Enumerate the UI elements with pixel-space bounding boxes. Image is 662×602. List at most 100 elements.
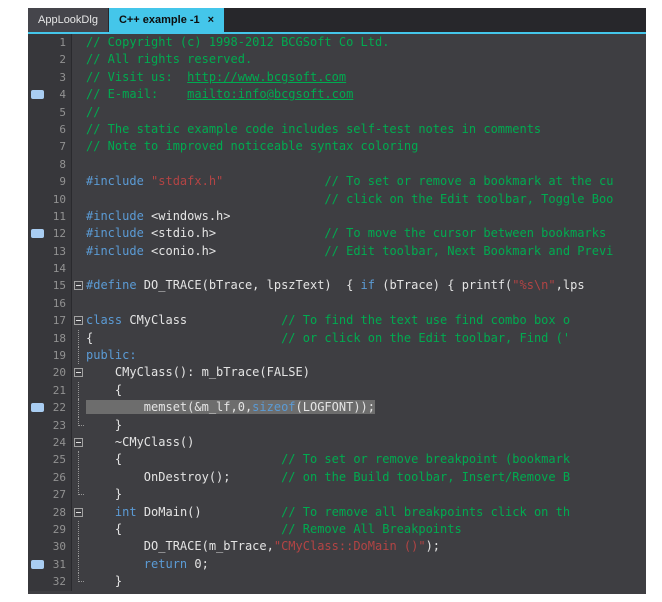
code-line[interactable]: 6// The static example code includes sel… xyxy=(28,121,646,138)
code-line[interactable]: 24 ~CMyClass() xyxy=(28,434,646,451)
code-line[interactable]: 9#include "stdafx.h" // To set or remove… xyxy=(28,173,646,190)
code-line[interactable]: 21 { xyxy=(28,382,646,399)
code-line[interactable]: 2// All rights reserved. xyxy=(28,51,646,68)
code-line[interactable]: 31 return 0; xyxy=(28,556,646,573)
fold-margin xyxy=(72,208,86,225)
tab-label: AppLookDlg xyxy=(38,14,98,26)
code-line[interactable]: 30 DO_TRACE(m_bTrace,"CMyClass::DoMain (… xyxy=(28,538,646,555)
line-number: 21 xyxy=(48,382,72,399)
tab-applookdlg[interactable]: AppLookDlg xyxy=(28,8,108,32)
code-text: } xyxy=(86,573,646,590)
code-line[interactable]: 18{ // or click on the Edit toolbar, Fin… xyxy=(28,330,646,347)
code-segment: <conio.h> xyxy=(151,244,324,258)
code-segment: #define xyxy=(86,278,137,292)
fold-margin xyxy=(72,417,86,434)
code-line[interactable]: 28 int DoMain() // To remove all breakpo… xyxy=(28,504,646,521)
fold-margin xyxy=(72,504,86,521)
code-line[interactable]: 15#define DO_TRACE(bTrace, lpszText) { i… xyxy=(28,277,646,294)
bookmark-margin xyxy=(28,86,48,103)
fold-margin xyxy=(72,138,86,155)
line-number: 16 xyxy=(48,295,72,312)
bookmark-margin xyxy=(28,382,48,399)
fold-margin xyxy=(72,121,86,138)
line-number: 29 xyxy=(48,521,72,538)
tab-bar-filler xyxy=(225,8,646,32)
fold-margin xyxy=(72,434,86,451)
comment-link[interactable]: mailto:info@bcgsoft.com xyxy=(187,87,353,101)
bookmark-margin xyxy=(28,51,48,68)
fold-margin xyxy=(72,312,86,329)
code-text xyxy=(86,156,646,173)
code-text: // The static example code includes self… xyxy=(86,121,646,138)
code-segment: #include xyxy=(86,209,151,223)
code-segment: { xyxy=(86,522,281,536)
fold-collapse-icon[interactable] xyxy=(74,438,83,447)
code-segment: // The static example code includes self… xyxy=(86,122,541,136)
code-line[interactable]: 17class CMyClass // To find the text use… xyxy=(28,312,646,329)
code-line[interactable]: 7// Note to improved noticeable syntax c… xyxy=(28,138,646,155)
fold-guide-line xyxy=(78,521,79,538)
code-line[interactable]: 29 { // Remove All Breakpoints xyxy=(28,521,646,538)
code-line[interactable]: 16 xyxy=(28,295,646,312)
line-number: 12 xyxy=(48,225,72,242)
code-line[interactable]: 10 // click on the Edit toolbar, Toggle … xyxy=(28,191,646,208)
code-editor[interactable]: 1// Copyright (c) 1998-2012 BCGSoft Co L… xyxy=(28,34,646,592)
bookmark-margin xyxy=(28,521,48,538)
code-text: { // or click on the Edit toolbar, Find … xyxy=(86,330,646,347)
line-number: 5 xyxy=(48,104,72,121)
fold-margin xyxy=(72,538,86,555)
line-number: 13 xyxy=(48,243,72,260)
fold-collapse-icon[interactable] xyxy=(74,508,83,517)
fold-margin xyxy=(72,295,86,312)
code-text: int DoMain() // To remove all breakpoint… xyxy=(86,504,646,521)
code-segment: (LOGFONT)); xyxy=(296,400,375,414)
fold-margin xyxy=(72,173,86,190)
bookmark-margin xyxy=(28,173,48,190)
code-line[interactable]: 12#include <stdio.h> // To move the curs… xyxy=(28,225,646,242)
code-line[interactable]: 4// E-mail: mailto:info@bcgsoft.com xyxy=(28,86,646,103)
line-number: 1 xyxy=(48,34,72,51)
code-line[interactable]: 1// Copyright (c) 1998-2012 BCGSoft Co L… xyxy=(28,34,646,51)
fold-margin xyxy=(72,330,86,347)
tab-cpp-example[interactable]: C++ example -1 × xyxy=(109,8,224,32)
fold-collapse-icon[interactable] xyxy=(74,368,83,377)
line-number: 25 xyxy=(48,451,72,468)
code-line[interactable]: 13 #include <conio.h> // Edit toolbar, Ne… xyxy=(28,243,646,260)
code-line[interactable]: 19public: xyxy=(28,347,646,364)
line-number: 15 xyxy=(48,277,72,294)
line-number: 26 xyxy=(48,469,72,486)
code-line[interactable]: 25 { // To set or remove breakpoint (boo… xyxy=(28,451,646,468)
line-number: 22 xyxy=(48,399,72,416)
code-line[interactable]: 14 xyxy=(28,260,646,277)
code-text: memset(&m_lf,0,sizeof(LOGFONT)); xyxy=(86,399,646,416)
code-segment: ,lps xyxy=(556,278,585,292)
bookmark-margin xyxy=(28,225,48,242)
code-text: ~CMyClass() xyxy=(86,434,646,451)
code-line[interactable]: 23 } xyxy=(28,417,646,434)
code-line[interactable]: 5// xyxy=(28,104,646,121)
code-segment: // Remove All Breakpoints xyxy=(281,522,462,536)
bookmark-margin xyxy=(28,399,48,416)
code-line[interactable]: 32 } xyxy=(28,573,646,590)
code-line[interactable]: 26 OnDestroy(); // on the Build toolbar,… xyxy=(28,469,646,486)
code-line[interactable]: 22 memset(&m_lf,0,sizeof(LOGFONT)); xyxy=(28,399,646,416)
code-line[interactable]: 11#include <windows.h> xyxy=(28,208,646,225)
fold-collapse-icon[interactable] xyxy=(74,316,83,325)
code-line[interactable]: 3// Visit us: http://www.bcgsoft.com xyxy=(28,69,646,86)
code-text: DO_TRACE(m_bTrace,"CMyClass::DoMain ()")… xyxy=(86,538,646,555)
close-icon[interactable]: × xyxy=(208,14,214,26)
fold-end-line xyxy=(78,486,84,495)
fold-collapse-icon[interactable] xyxy=(74,281,83,290)
code-line[interactable]: 8 xyxy=(28,156,646,173)
code-line[interactable]: 20 CMyClass(): m_bTrace(FALSE) xyxy=(28,364,646,381)
bookmark-margin xyxy=(28,34,48,51)
code-text: #include <conio.h> // Edit toolbar, Next… xyxy=(86,243,646,260)
bookmark-margin xyxy=(28,260,48,277)
fold-margin xyxy=(72,191,86,208)
fold-guide-line xyxy=(78,538,79,555)
line-number: 7 xyxy=(48,138,72,155)
code-segment: int xyxy=(115,505,137,519)
comment-link[interactable]: http://www.bcgsoft.com xyxy=(187,70,346,84)
code-line[interactable]: 27 } xyxy=(28,486,646,503)
bookmark-icon xyxy=(31,403,44,412)
